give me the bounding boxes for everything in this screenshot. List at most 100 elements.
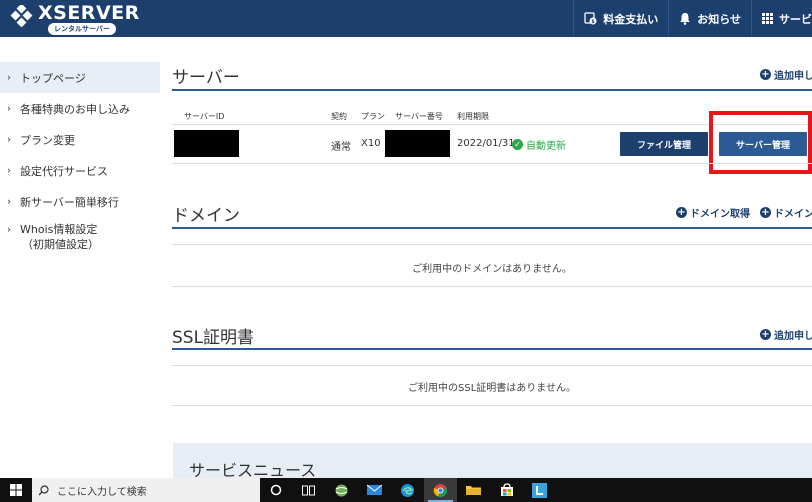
plus-icon: + [676,207,687,218]
chevron-right-icon: › [7,134,11,145]
sidebar-item-label: プラン変更 [20,133,75,147]
taskbar-app-globe[interactable] [325,478,358,502]
chevron-right-icon: › [7,224,11,236]
auto-renew-status: ✓ 自動更新 [512,137,566,152]
logo-subtitle: レンタルサーバー [48,23,116,35]
header-nav: $ 料金支払い お知らせ サービ [573,0,812,37]
nav-payment-label: 料金支払い [603,12,659,26]
file-manager-button[interactable]: ファイル管理 [620,132,708,156]
sidebar-item-whois[interactable]: › Whois情報設定 （初期値設定） [0,217,160,257]
bell-icon [680,13,691,25]
service-news-panel: サービスニュース [173,443,812,480]
sidebar-item-label: 新サーバー簡単移行 [20,195,119,209]
windows-logo-icon [10,484,22,496]
taskbar-app-chrome[interactable] [424,478,457,502]
taskbar-app-store[interactable] [490,478,523,502]
nav-services[interactable]: サービ [751,0,812,37]
l-app-icon [532,482,547,498]
top-header: XSERVER レンタルサーバー $ 料金支払い お知らせ サービ [0,0,812,37]
server-section-title: サーバー [172,68,240,88]
taskbar-app-mail[interactable] [358,478,391,502]
server-add-label: 追加申し [774,71,812,82]
sidebar-item-setup-service[interactable]: › 設定代行サービス [0,155,160,186]
folder-icon [466,486,481,495]
nav-services-label: サービ [779,12,812,26]
ssl-bottom-divider [172,405,812,406]
check-circle-icon: ✓ [512,139,523,150]
sidebar-item-top[interactable]: › トップページ [0,62,160,93]
table-row-divider [172,163,812,164]
col-header-contract: 契約 [331,112,347,121]
sidebar-item-label: トップページ [20,71,86,85]
taskbar-search[interactable]: ここに入力して検索 [32,478,260,502]
col-header-expiry: 利用期限 [457,112,489,121]
highlight-box [709,111,812,174]
windows-taskbar: ここに入力して検索 [0,478,812,502]
nav-notices-label: お知らせ [697,12,741,26]
server-expiry: 2022/01/31 [457,138,515,149]
chevron-right-icon: › [7,103,11,114]
edge-icon [401,483,414,497]
server-plan: X10 [361,138,381,149]
chevron-right-icon: › [7,72,11,83]
start-button[interactable] [0,478,32,502]
server-add-link[interactable]: + 追加申し [760,67,812,82]
ssl-section-title: SSL証明書 [172,328,255,348]
server-contract: 通常 [331,142,351,153]
sidebar-item-label: Whois情報設定 [20,223,98,236]
sidebar-item-label: 設定代行サービス [20,164,108,178]
domain-section-rule [172,227,812,229]
nav-notices[interactable]: お知らせ [668,0,751,37]
plus-icon: + [760,329,771,340]
taskbar-app-l[interactable] [523,478,556,502]
svg-text:$: $ [591,19,595,25]
col-header-server-number: サーバー番号 [395,112,443,121]
logo-diamond-icon [10,5,33,27]
task-view-button[interactable] [292,478,325,502]
taskbar-app-edge[interactable] [391,478,424,502]
col-header-server-id: サーバーID [184,112,225,121]
server-section-rule [172,89,812,91]
domain-empty-message: ご利用中のドメインはありません。 [412,264,572,275]
ssl-add-label: 追加申し [774,331,812,342]
plus-icon: + [760,207,771,218]
auto-renew-label: 自動更新 [526,141,566,152]
plus-icon: + [760,69,771,80]
cortana-circle-icon [270,484,282,496]
grid-icon [762,13,773,24]
chrome-icon [433,483,447,497]
domain-section-title: ドメイン [172,206,240,226]
ssl-empty-message: ご利用中のSSL証明書はありません。 [408,383,576,394]
search-icon [38,484,49,495]
sidebar-item-sublabel: （初期値設定） [22,238,99,251]
ssl-add-link[interactable]: + 追加申し [760,327,812,342]
sidebar-item-benefits[interactable]: › 各種特典のお申し込み [0,93,160,124]
sidebar: › トップページ › 各種特典のお申し込み › プラン変更 › 設定代行サービス… [0,62,160,257]
domain-header-divider [172,244,812,245]
sidebar-item-label: 各種特典のお申し込み [20,102,130,116]
task-view-icon [302,485,315,495]
globe-app-icon [335,484,348,496]
chevron-right-icon: › [7,165,11,176]
cortana-button[interactable] [260,478,292,502]
mail-icon [367,484,382,495]
sidebar-item-migration[interactable]: › 新サーバー簡単移行 [0,186,160,217]
ssl-section-rule [172,348,812,350]
domain-acquire-label: ドメイン取得 [690,209,750,220]
taskbar-search-placeholder: ここに入力して検索 [57,486,147,498]
store-bag-icon [500,483,513,496]
domain-other-link[interactable]: + ドメイン [760,205,812,220]
logo-text: XSERVER [38,2,140,24]
server-number-redacted [385,130,450,157]
domain-acquire-link[interactable]: + ドメイン取得 [676,205,750,220]
payment-icon: $ [584,12,597,25]
server-id-redacted [174,130,239,157]
ssl-header-divider [172,365,812,366]
nav-payment[interactable]: $ 料金支払い [573,0,668,37]
col-header-plan: プラン [361,112,385,121]
taskbar-app-explorer[interactable] [457,478,490,502]
domain-bottom-divider [172,286,812,287]
chevron-right-icon: › [7,196,11,207]
domain-other-label: ドメイン [774,209,812,220]
sidebar-item-plan-change[interactable]: › プラン変更 [0,124,160,155]
